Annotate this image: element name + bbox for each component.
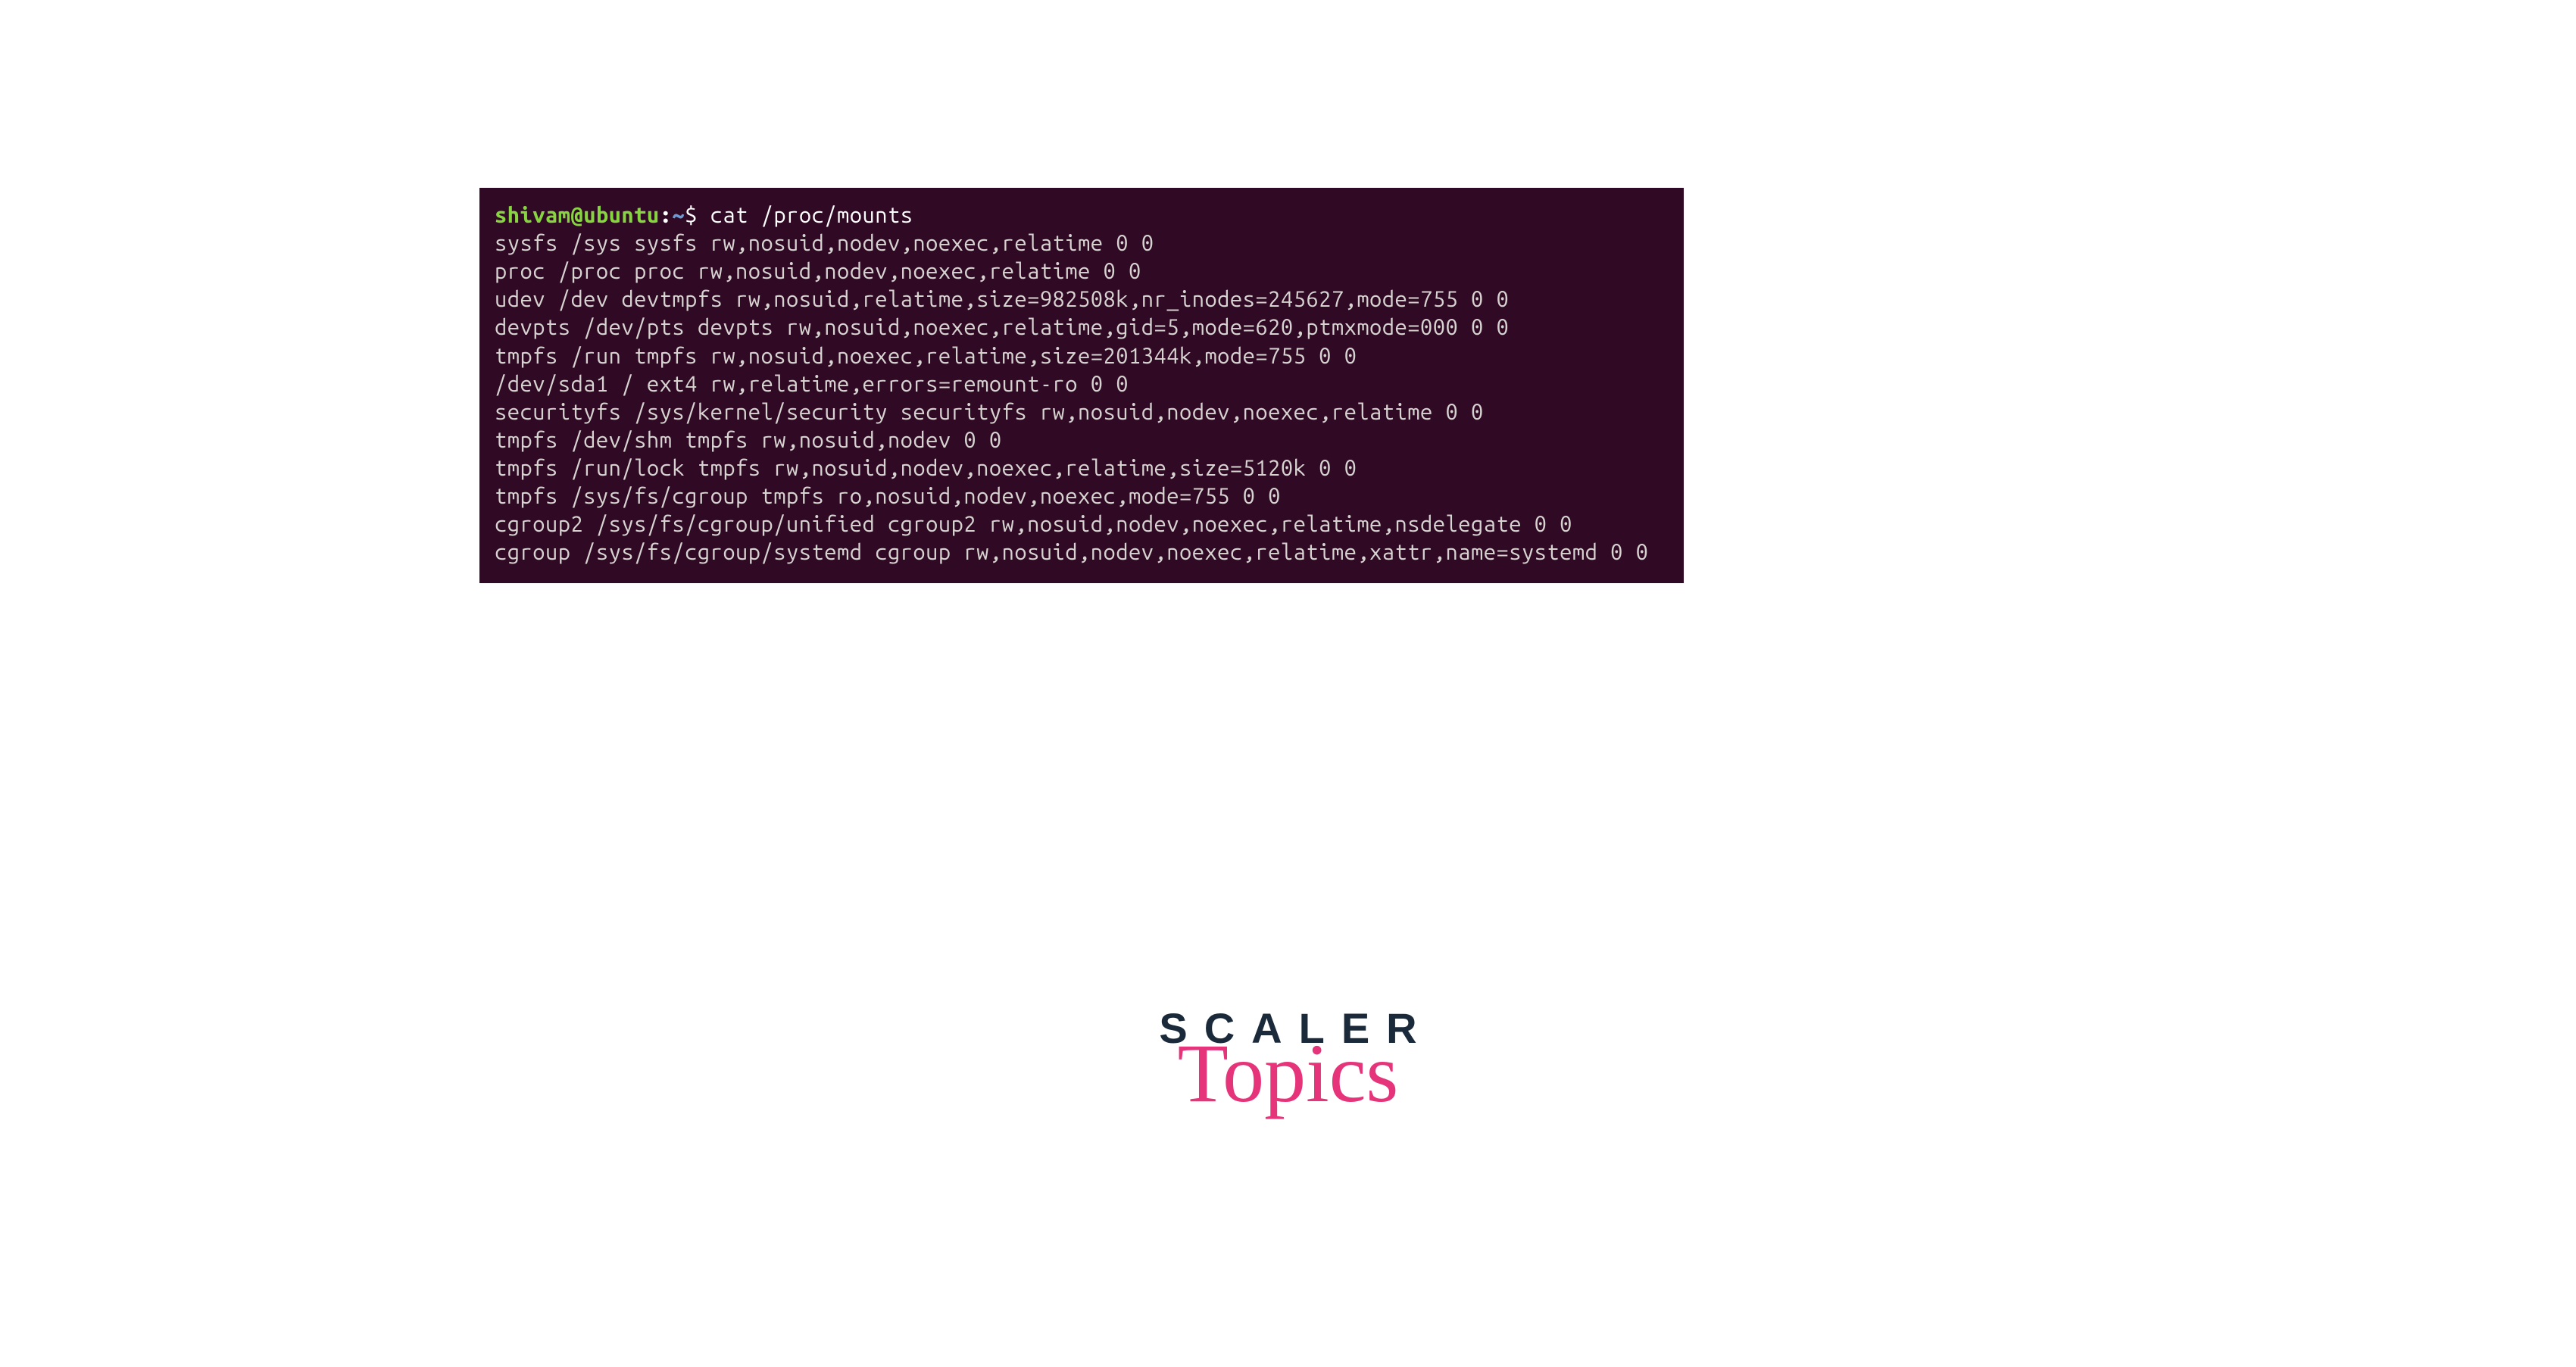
prompt-user: shivam: [495, 203, 570, 227]
terminal-output-line: tmpfs /dev/shm tmpfs rw,nosuid,nodev 0 0: [495, 426, 1669, 454]
terminal-output-line: cgroup /sys/fs/cgroup/systemd cgroup rw,…: [495, 538, 1669, 566]
prompt-path: ~: [672, 203, 685, 227]
terminal-output-line: udev /dev devtmpfs rw,nosuid,relatime,si…: [495, 286, 1669, 314]
prompt-at: @: [570, 203, 583, 227]
terminal-output-line: devpts /dev/pts devpts rw,nosuid,noexec,…: [495, 314, 1669, 342]
prompt-line: shivam@ubuntu:~$ cat /proc/mounts: [495, 201, 1669, 229]
terminal-output-line: tmpfs /sys/fs/cgroup tmpfs ro,nosuid,nod…: [495, 482, 1669, 510]
terminal-output-line: cgroup2 /sys/fs/cgroup/unified cgroup2 r…: [495, 510, 1669, 538]
terminal-output-line: tmpfs /run tmpfs rw,nosuid,noexec,relati…: [495, 342, 1669, 370]
terminal-output-line: /dev/sda1 / ext4 rw,relatime,errors=remo…: [495, 370, 1669, 398]
terminal-output-line: proc /proc proc rw,nosuid,nodev,noexec,r…: [495, 257, 1669, 286]
terminal-window[interactable]: shivam@ubuntu:~$ cat /proc/mounts sysfs …: [479, 188, 1684, 583]
command-text: cat /proc/mounts: [710, 203, 913, 227]
scaler-topics-logo: SCALER Topics: [1142, 1003, 1433, 1111]
prompt-host: ubuntu: [583, 203, 659, 227]
logo-line2: Topics: [1142, 1036, 1433, 1111]
terminal-output-line: sysfs /sys sysfs rw,nosuid,nodev,noexec,…: [495, 229, 1669, 257]
prompt-colon: :: [660, 203, 673, 227]
terminal-output-line: tmpfs /run/lock tmpfs rw,nosuid,nodev,no…: [495, 454, 1669, 482]
prompt-symbol: $: [685, 203, 698, 227]
terminal-output-line: securityfs /sys/kernel/security security…: [495, 398, 1669, 426]
